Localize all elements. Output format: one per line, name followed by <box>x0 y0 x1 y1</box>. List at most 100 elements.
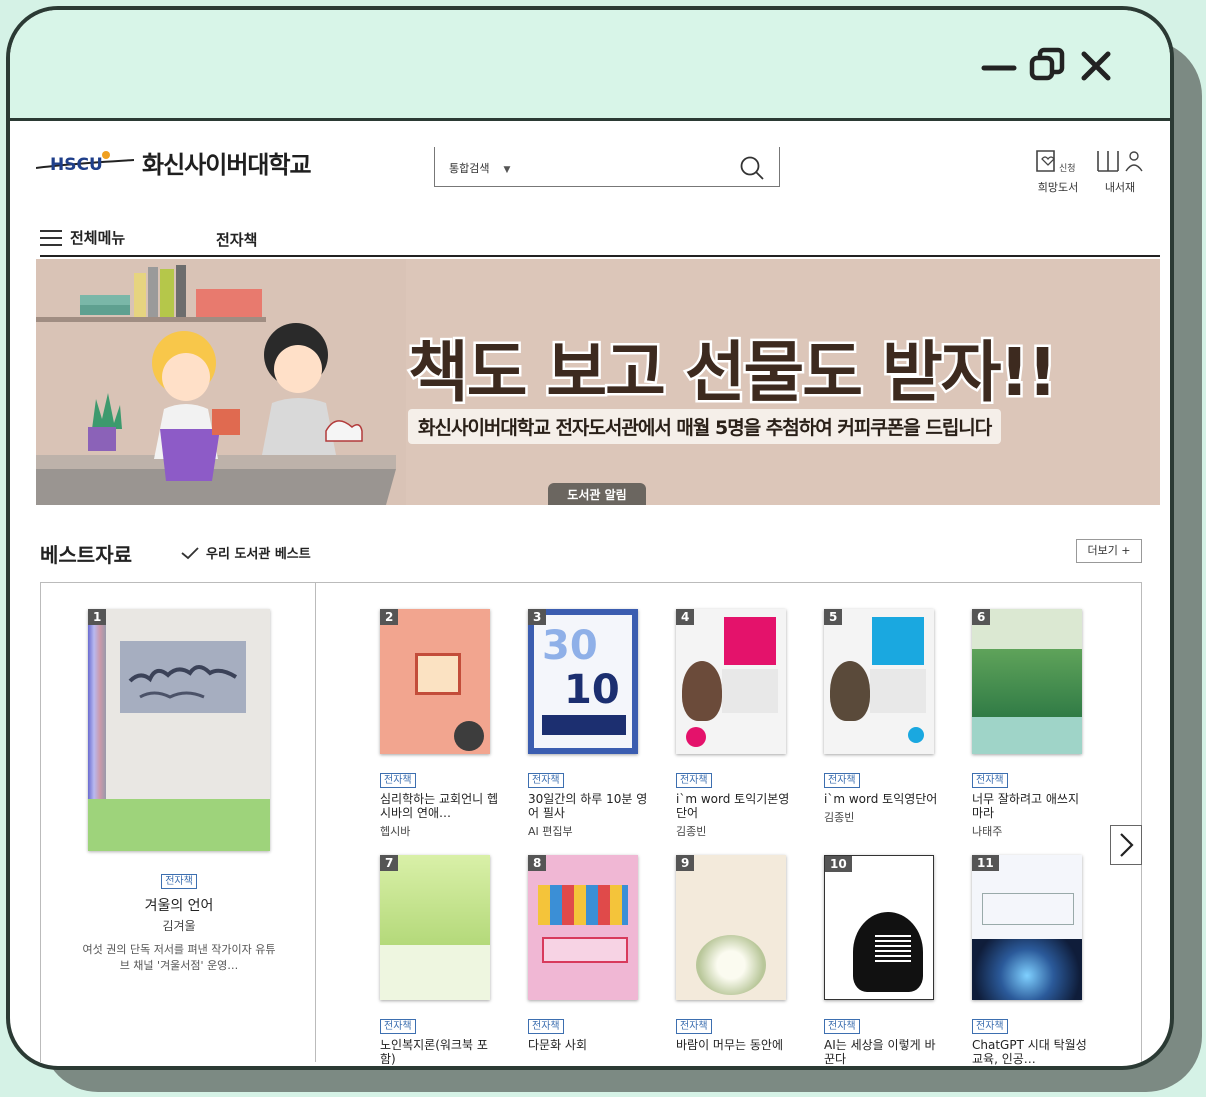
featured-cover-picture <box>120 641 246 713</box>
request-book-label: 희망도서 <box>1037 181 1079 194</box>
book-cover[interactable]: 9 <box>676 855 786 1000</box>
book-card[interactable]: 3 30 10 전자책 30일간의 하루 10분 영어 필사 AI 편집부 <box>528 609 648 839</box>
book-author: 김종빈 <box>824 811 855 824</box>
rank-badge: 1 <box>88 609 107 625</box>
request-book-icon: 신청 <box>1036 150 1076 174</box>
request-book-icon-text: 신청 <box>1059 163 1076 174</box>
rank-badge: 6 <box>972 609 991 625</box>
ebook-tag: 전자책 <box>824 1019 860 1034</box>
book-card[interactable]: 10 전자책 AI는 세상을 이렇게 바꾼다 <box>824 855 944 1066</box>
promo-banner[interactable]: 책도 보고 선물도 받자!! 화신사이버대학교 전자도서관에서 매월 5명을 추… <box>36 259 1160 505</box>
best-book-grid: 2 전자책 심리학하는 교회언니 헵시바의 연애… 헵시바 3 30 10 전자… <box>316 582 1142 1066</box>
ebook-tag: 전자책 <box>161 874 197 889</box>
rank-badge: 11 <box>972 855 999 871</box>
featured-book[interactable]: 1 전자책 겨울의 언어 김겨울 여섯 권의 단독 저서를 펴낸 작가이자 유튜… <box>40 582 316 1062</box>
rank-badge: 7 <box>380 855 399 871</box>
book-card[interactable]: 11 전자책 ChatGPT 시대 탁월성 교육, 인공… <box>972 855 1092 1066</box>
ebook-tag: 전자책 <box>528 773 564 788</box>
book-author: AI 편집부 <box>528 825 573 838</box>
featured-book-meta: 전자책 겨울의 언어 김겨울 여섯 권의 단독 저서를 펴낸 작가이자 유튜브 … <box>41 869 317 974</box>
book-card[interactable]: 9 전자책 바람이 머무는 동안에 <box>676 855 796 1055</box>
minimize-icon[interactable] <box>980 46 1020 86</box>
ebook-tag: 전자책 <box>676 773 712 788</box>
check-icon <box>181 546 199 559</box>
hamburger-icon <box>40 229 62 246</box>
my-library-icon <box>1097 151 1143 172</box>
book-cover[interactable]: 10 <box>824 855 934 1000</box>
ebook-tag: 전자책 <box>528 1019 564 1034</box>
book-title[interactable]: ChatGPT 시대 탁월성 교육, 인공… <box>972 1038 1092 1066</box>
book-card[interactable]: 6 전자책 너무 잘하려고 애쓰지 마라 나태주 <box>972 609 1092 839</box>
book-cover[interactable]: 8 <box>528 855 638 1000</box>
more-button[interactable]: 더보기 + <box>1076 539 1142 563</box>
best-section-filter[interactable]: 우리 도서관 베스트 <box>180 543 311 562</box>
all-menu-label: 전체메뉴 <box>70 229 126 247</box>
search-input[interactable] <box>545 153 729 181</box>
featured-book-description: 여섯 권의 단독 저서를 펴낸 작가이자 유튜브 채널 '겨울서점' 운영… <box>82 943 276 972</box>
search-scope-label: 통합검색 <box>449 162 490 175</box>
book-author: 나태주 <box>972 825 1003 838</box>
chevron-right-icon <box>1120 833 1134 857</box>
logo-text: 화신사이버대학교 <box>142 151 312 179</box>
my-library-link[interactable]: 내서재 <box>1096 147 1144 195</box>
title-bar <box>10 10 1170 121</box>
ebook-tag: 전자책 <box>972 773 1008 788</box>
book-cover[interactable]: 3 30 10 <box>528 609 638 754</box>
book-title[interactable]: 다문화 사회 <box>528 1038 648 1052</box>
site-logo[interactable]: HSCU 화신사이버대학교 <box>36 145 312 180</box>
book-title[interactable]: 바람이 머무는 동안에 <box>676 1038 796 1052</box>
book-title[interactable]: 30일간의 하루 10분 영어 필사 <box>528 792 648 820</box>
banner-illustration <box>36 259 406 505</box>
book-title[interactable]: i`m word 토익기본영단어 <box>676 792 796 820</box>
book-card[interactable]: 7 전자책 노인복지론(워크북 포함) <box>380 855 500 1066</box>
rank-badge: 4 <box>676 609 695 625</box>
restore-icon[interactable] <box>1028 46 1068 86</box>
book-card[interactable]: 2 전자책 심리학하는 교회언니 헵시바의 연애… 헵시바 <box>380 609 500 839</box>
book-card[interactable]: 5 전자책 i`m word 토익영단어 김종빈 <box>824 609 944 825</box>
book-card[interactable]: 8 전자책 다문화 사회 <box>528 855 648 1055</box>
close-icon[interactable] <box>1076 46 1116 86</box>
book-title[interactable]: i`m word 토익영단어 <box>824 792 944 806</box>
featured-book-title[interactable]: 겨울의 언어 <box>41 895 317 915</box>
next-page-button[interactable] <box>1110 825 1142 865</box>
book-title[interactable]: AI는 세상을 이렇게 바꾼다 <box>824 1038 944 1066</box>
book-cover[interactable]: 4 <box>676 609 786 754</box>
search-scope-select[interactable]: 통합검색 ▼ <box>449 160 510 176</box>
search-box: 통합검색 ▼ <box>434 147 780 187</box>
chevron-down-icon: ▼ <box>503 165 511 175</box>
banner-tab-notice[interactable]: 도서관 알림 <box>548 483 646 505</box>
rank-badge: 2 <box>380 609 399 625</box>
page-content: HSCU 화신사이버대학교 통합검색 ▼ 신청 희망도서 내서재 전체메뉴 전자… <box>10 121 1170 1066</box>
ebook-tag: 전자책 <box>676 1019 712 1034</box>
featured-book-cover[interactable]: 1 <box>88 609 270 851</box>
rank-badge: 3 <box>528 609 547 625</box>
book-cover[interactable]: 5 <box>824 609 934 754</box>
app-window: HSCU 화신사이버대학교 통합검색 ▼ 신청 희망도서 내서재 전체메뉴 전자… <box>6 6 1174 1070</box>
banner-title: 책도 보고 선물도 받자!! <box>406 332 1061 414</box>
search-icon[interactable] <box>739 155 765 181</box>
book-card[interactable]: 4 전자책 i`m word 토익기본영단어 김종빈 <box>676 609 796 839</box>
ebook-tag: 전자책 <box>380 773 416 788</box>
my-library-label: 내서재 <box>1104 181 1136 194</box>
logo-mark-text: HSCU <box>50 155 103 175</box>
book-cover[interactable]: 6 <box>972 609 1082 754</box>
book-title[interactable]: 노인복지론(워크북 포함) <box>380 1038 500 1066</box>
banner-subtitle: 화신사이버대학교 전자도서관에서 매월 5명을 추첨하여 커피쿠폰을 드립니다 <box>408 409 1002 444</box>
book-title[interactable]: 너무 잘하려고 애쓰지 마라 <box>972 792 1092 820</box>
book-title[interactable]: 심리학하는 교회언니 헵시바의 연애… <box>380 792 500 820</box>
ebook-tag: 전자책 <box>972 1019 1008 1034</box>
book-cover[interactable]: 11 <box>972 855 1082 1000</box>
best-section-subtitle: 우리 도서관 베스트 <box>206 547 311 562</box>
all-menu-button[interactable]: 전체메뉴 <box>40 227 125 248</box>
featured-book-author: 김겨울 <box>162 919 196 933</box>
rank-badge: 9 <box>676 855 695 871</box>
book-cover[interactable]: 2 <box>380 609 490 754</box>
rank-badge: 5 <box>824 609 843 625</box>
rank-badge: 10 <box>825 856 852 872</box>
book-cover[interactable]: 7 <box>380 855 490 1000</box>
nav-item-ebook[interactable]: 전자책 <box>216 229 257 250</box>
rank-badge: 8 <box>528 855 547 871</box>
main-nav: 전체메뉴 전자책 <box>40 225 1160 257</box>
book-author: 김종빈 <box>676 825 707 838</box>
request-book-link[interactable]: 신청 희망도서 <box>1034 147 1082 195</box>
